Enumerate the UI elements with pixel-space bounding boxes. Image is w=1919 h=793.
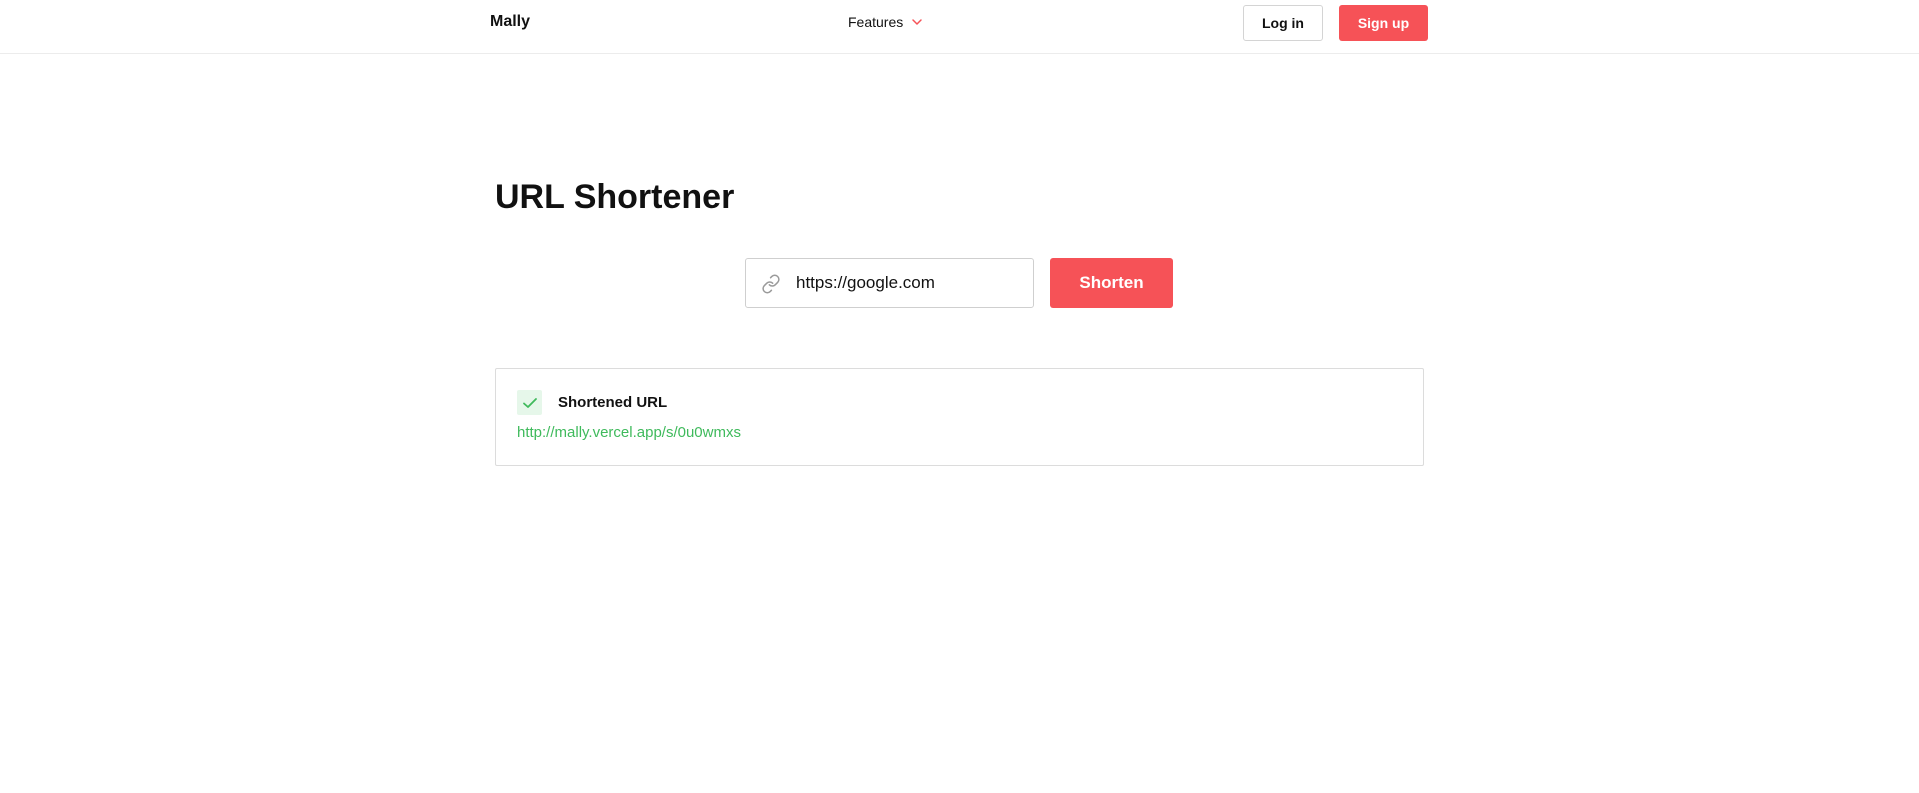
features-label: Features <box>848 14 904 30</box>
shorten-button[interactable]: Shorten <box>1050 258 1173 308</box>
login-button[interactable]: Log in <box>1243 5 1323 41</box>
signup-button[interactable]: Sign up <box>1339 5 1428 41</box>
features-menu[interactable]: Features <box>848 14 923 30</box>
result-card: Shortened URL http://mally.vercel.app/s/… <box>495 368 1424 466</box>
chevron-down-icon <box>911 16 923 28</box>
brand-logo[interactable]: Mally <box>490 13 530 31</box>
url-input[interactable] <box>796 259 1026 307</box>
check-icon <box>517 390 542 415</box>
link-icon <box>761 274 781 294</box>
top-navbar: Mally Features Log in Sign up <box>0 0 1919 54</box>
result-label: Shortened URL <box>558 394 668 411</box>
url-field[interactable] <box>745 258 1034 308</box>
short-url-link[interactable]: http://mally.vercel.app/s/0u0wmxs <box>517 424 741 441</box>
page-title: URL Shortener <box>495 178 735 216</box>
